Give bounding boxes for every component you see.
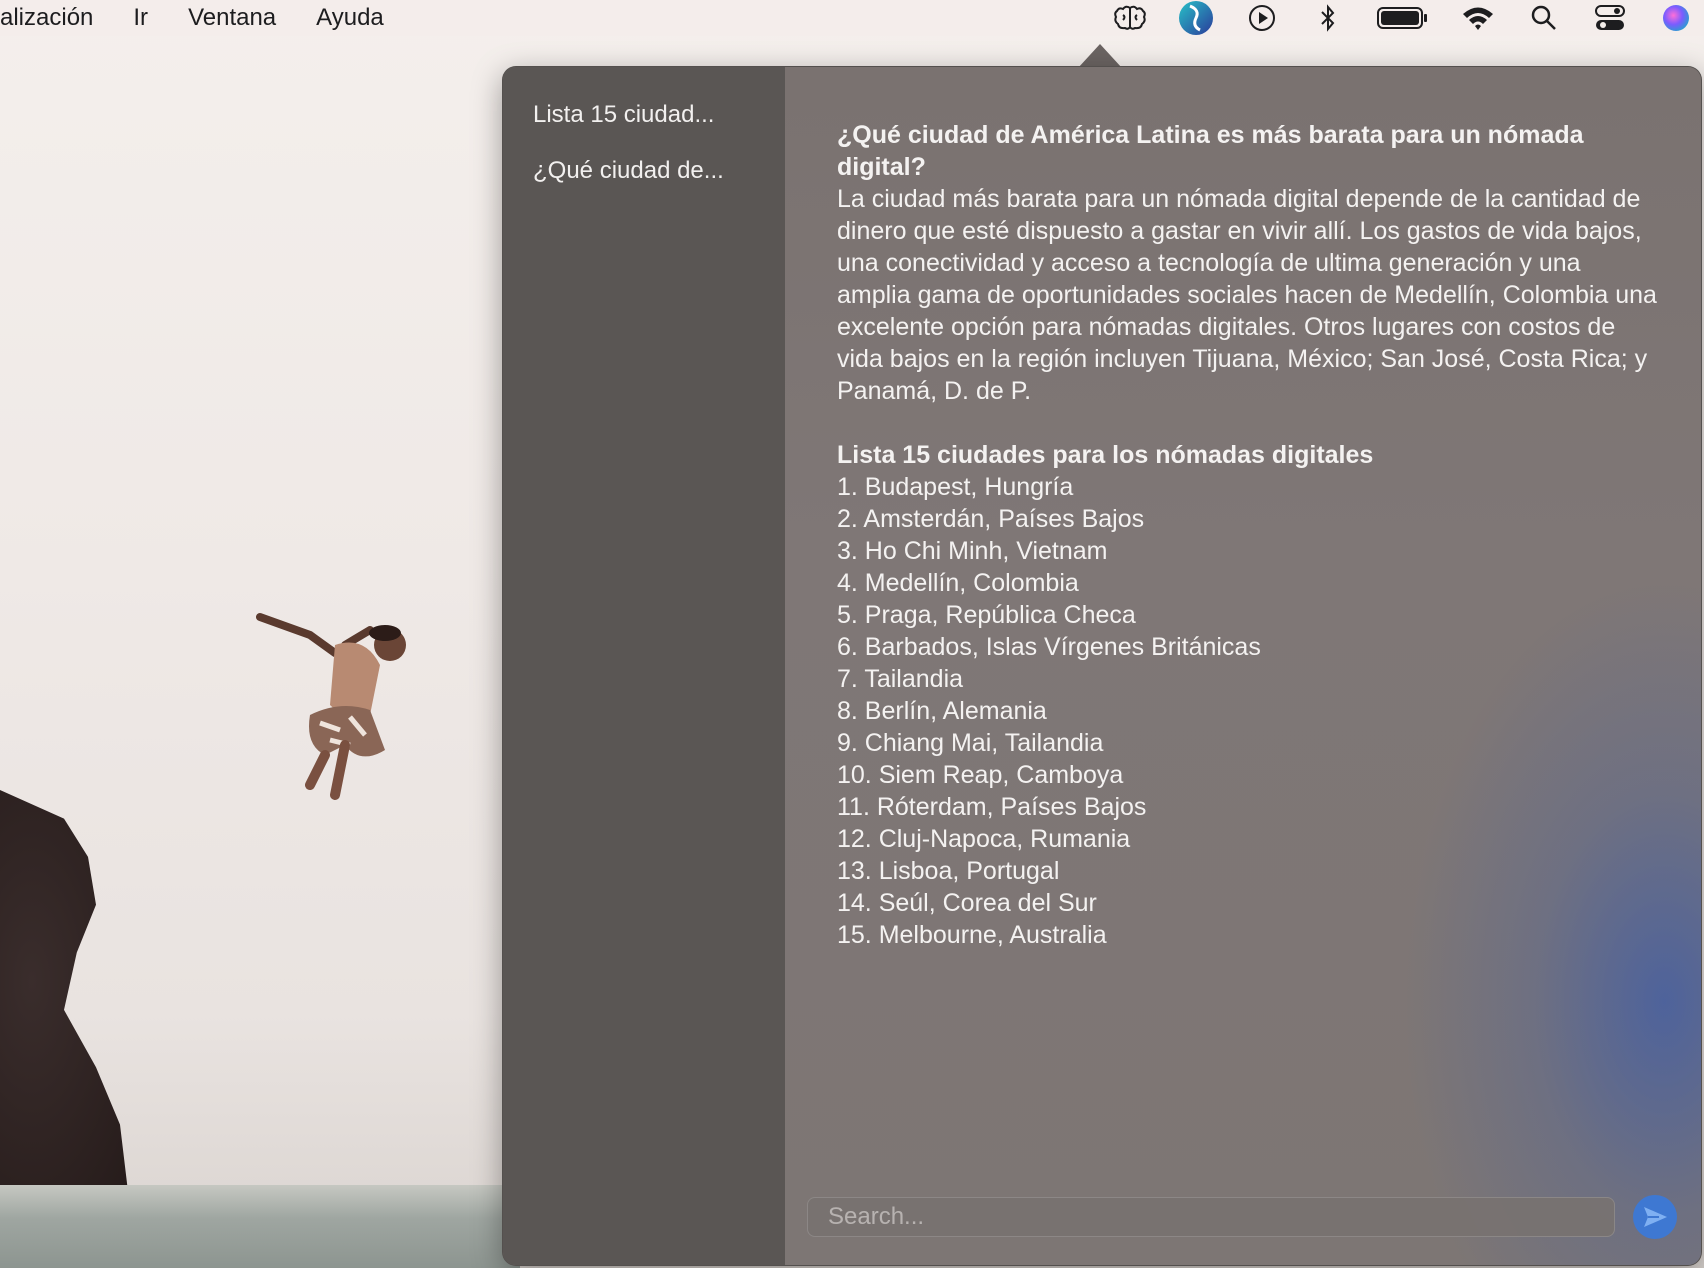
menu-item-ayuda[interactable]: Ayuda — [296, 0, 404, 36]
list-item: 11. Róterdam, Países Bajos — [837, 793, 1147, 821]
chat-content: ¿Qué ciudad de América Latina es más bar… — [785, 67, 1701, 1265]
list-item: 8. Berlín, Alemania — [837, 697, 1047, 725]
list-item: 13. Lisboa, Portugal — [837, 857, 1060, 885]
menu-item-ir[interactable]: Ir — [113, 0, 168, 36]
search-icon[interactable] — [1526, 3, 1562, 33]
brain-icon[interactable] — [1112, 3, 1148, 33]
list-item: 7. Tailandia — [837, 665, 964, 693]
answer-text: La ciudad más barata para un nómada digi… — [837, 185, 1657, 405]
list-item: 5. Praga, República Checa — [837, 601, 1136, 629]
list-item: 1. Budapest, Hungría — [837, 473, 1074, 501]
question-title: ¿Qué ciudad de América Latina es más bar… — [837, 121, 1584, 181]
menu-item-ventana[interactable]: Ventana — [168, 0, 296, 36]
list-title: Lista 15 ciudades para los nómadas digit… — [837, 441, 1374, 469]
list-item: 15. Melbourne, Australia — [837, 921, 1107, 949]
list-item: 14. Seúl, Corea del Sur — [837, 889, 1097, 917]
list-item: 6. Barbados, Islas Vírgenes Británicas — [837, 633, 1261, 661]
conversation-sidebar: Lista 15 ciudad... ¿Qué ciudad de... — [503, 67, 785, 1265]
list-item: 4. Medellín, Colombia — [837, 569, 1079, 597]
menu-bar: alización Ir Ventana Ayuda — [0, 0, 1704, 36]
chat-input-row — [807, 1195, 1695, 1239]
sidebar-item-que-ciudad[interactable]: ¿Qué ciudad de... — [527, 143, 761, 199]
chat-transcript: ¿Qué ciudad de América Latina es más bar… — [837, 119, 1661, 951]
search-input[interactable] — [807, 1197, 1615, 1237]
bluetooth-icon[interactable] — [1310, 3, 1346, 33]
list-item: 12. Cluj-Napoca, Rumania — [837, 825, 1131, 853]
control-center-icon[interactable] — [1592, 3, 1628, 33]
list-item: 9. Chiang Mai, Tailandia — [837, 729, 1104, 757]
app-logo-icon[interactable] — [1178, 1, 1214, 35]
chat-popover: Lista 15 ciudad... ¿Qué ciudad de... ¿Qu… — [502, 66, 1702, 1266]
list-item: 3. Ho Chi Minh, Vietnam — [837, 537, 1108, 565]
battery-icon[interactable] — [1376, 3, 1430, 33]
play-icon[interactable] — [1244, 3, 1280, 33]
wifi-icon[interactable] — [1460, 3, 1496, 33]
wallpaper-person-jumping — [256, 613, 406, 800]
menu-bar-app-menus: alización Ir Ventana Ayuda — [0, 0, 404, 36]
send-button[interactable] — [1633, 1195, 1677, 1239]
wallpaper-sea — [0, 1185, 520, 1268]
menu-bar-status-area — [1112, 0, 1694, 36]
send-icon — [1644, 1207, 1667, 1227]
list-item: 2. Amsterdán, Países Bajos — [837, 505, 1145, 533]
sidebar-item-lista-ciudades[interactable]: Lista 15 ciudad... — [527, 87, 761, 143]
menu-item-visualizacion[interactable]: alización — [0, 0, 113, 36]
city-list: 1. Budapest, Hungría 2. Amsterdán, Paíse… — [837, 471, 1661, 951]
siri-icon[interactable] — [1658, 3, 1694, 33]
conversation-list: Lista 15 ciudad... ¿Qué ciudad de... — [503, 67, 785, 199]
list-item: 10. Siem Reap, Camboya — [837, 761, 1124, 789]
